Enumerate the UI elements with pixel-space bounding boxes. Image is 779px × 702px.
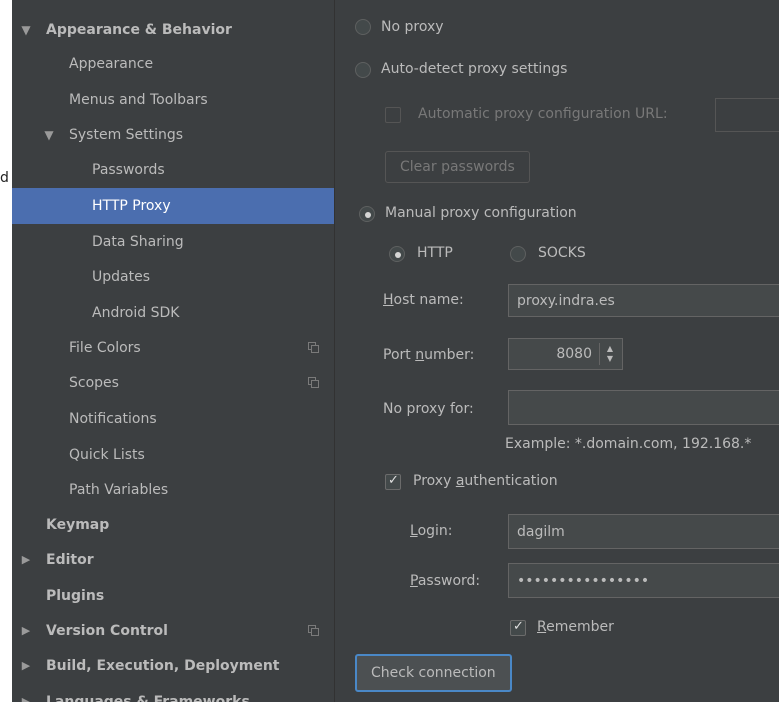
tree-item-label: Android SDK [92,305,180,321]
radio-selected-dot [395,252,401,258]
password-input[interactable] [508,563,779,598]
project-copy-icon [308,342,319,353]
tree-item-label: Updates [92,269,150,285]
expand-arrow-icon[interactable]: ▶ [20,648,32,684]
tree-item-editor[interactable]: ▶ Editor [12,542,334,578]
tree-item-label: Menus and Toolbars [69,92,208,108]
radio-selected-dot [365,212,371,218]
tree-item-label: Version Control [46,623,168,639]
no-proxy-example-text: Example: *.domain.com, 192.168.* [505,436,752,452]
auto-detect-radio[interactable] [355,62,371,78]
spinner-arrows-icon[interactable]: ▲ ▼ [604,344,616,364]
tree-item-passwords[interactable]: Passwords [12,152,334,188]
tree-item-http-proxy[interactable]: HTTP Proxy [12,188,334,224]
checkmark-icon: ✓ [513,619,524,634]
tree-item-appearance-behavior[interactable]: ▼ Appearance & Behavior [12,12,334,48]
tree-item-label: Scopes [69,375,119,391]
spinner-separator [599,343,600,365]
tree-item-updates[interactable]: Updates [12,259,334,295]
no-proxy-radio[interactable] [355,19,371,35]
no-proxy-for-input[interactable] [508,390,779,425]
port-number-spinner[interactable]: 8080 ▲ ▼ [508,338,623,370]
auto-config-url-label: Automatic proxy configuration URL: [418,106,668,122]
project-copy-icon [308,625,319,636]
host-name-label: Host name: [383,292,464,308]
tree-item-version-control[interactable]: ▶ Version Control [12,613,334,649]
no-proxy-label[interactable]: No proxy [381,19,444,35]
auto-config-url-input[interactable] [715,98,779,132]
port-number-label: Port number: [383,347,475,363]
tree-item-quick-lists[interactable]: Quick Lists [12,437,334,473]
tree-item-label: System Settings [69,127,184,143]
tree-item-label: HTTP Proxy [92,198,171,214]
tree-item-appearance[interactable]: Appearance [12,46,334,82]
tree-item-label: Passwords [92,162,165,178]
host-name-input[interactable] [508,284,779,317]
tree-item-keymap[interactable]: Keymap [12,507,334,543]
expand-arrow-icon[interactable]: ▶ [20,542,32,578]
tree-item-label: Editor [46,552,94,568]
tree-item-system-settings[interactable]: ▼ System Settings [12,117,334,153]
tree-item-notifications[interactable]: Notifications [12,401,334,437]
tree-item-scopes[interactable]: Scopes [12,365,334,401]
tree-item-label: Appearance & Behavior [46,22,232,38]
tree-item-languages-frameworks[interactable]: ▶ Languages & Frameworks [12,684,334,702]
check-connection-button[interactable]: Check connection [355,654,512,692]
expand-arrow-icon[interactable]: ▼ [43,117,55,153]
http-proxy-panel: No proxy Auto-detect proxy settings Auto… [335,0,779,702]
expand-arrow-icon[interactable]: ▶ [20,613,32,649]
http-label[interactable]: HTTP [417,245,453,261]
settings-tree[interactable]: ▼ Appearance & Behavior Appearance Menus… [12,0,334,702]
socks-label[interactable]: SOCKS [538,245,586,261]
tree-item-plugins[interactable]: Plugins [12,578,334,614]
password-label: Password: [410,573,481,589]
tree-item-file-colors[interactable]: File Colors [12,330,334,366]
tree-item-label: Appearance [69,56,154,72]
http-radio[interactable] [389,246,405,262]
left-edge-strip: d [0,0,12,702]
login-input[interactable] [508,514,779,549]
tree-item-label: Build, Execution, Deployment [46,658,280,674]
checkmark-icon: ✓ [388,473,399,488]
auto-detect-label[interactable]: Auto-detect proxy settings [381,61,567,77]
tree-item-build-execution-deployment[interactable]: ▶ Build, Execution, Deployment [12,648,334,684]
manual-proxy-label[interactable]: Manual proxy configuration [385,205,577,221]
remember-checkbox[interactable]: ✓ [510,619,526,636]
socks-radio[interactable] [510,246,526,262]
proxy-authentication-label[interactable]: Proxy authentication [413,473,558,489]
port-number-value[interactable]: 8080 [556,339,592,369]
manual-proxy-radio[interactable] [359,206,375,222]
tree-item-path-variables[interactable]: Path Variables [12,472,334,508]
project-copy-icon [308,377,319,388]
tree-item-label: Languages & Frameworks [46,694,250,702]
expand-arrow-icon[interactable]: ▶ [20,684,32,702]
tree-item-label: Notifications [69,411,157,427]
tree-item-label: Plugins [46,588,105,604]
truncated-text: d [0,170,9,186]
tree-item-label: Path Variables [69,482,169,498]
tree-item-android-sdk[interactable]: Android SDK [12,295,334,331]
tree-item-label: File Colors [69,340,141,356]
expand-arrow-icon[interactable]: ▼ [20,12,32,48]
tree-item-menus-toolbars[interactable]: Menus and Toolbars [12,82,334,118]
tree-item-data-sharing[interactable]: Data Sharing [12,224,334,260]
proxy-authentication-checkbox[interactable]: ✓ [385,473,401,490]
no-proxy-for-label: No proxy for: [383,401,474,417]
tree-item-label: Quick Lists [69,447,145,463]
login-label: Login: [410,523,453,539]
tree-item-label: Keymap [46,517,110,533]
auto-config-url-checkbox[interactable] [385,107,401,123]
remember-label[interactable]: Remember [537,619,614,635]
clear-passwords-button[interactable]: Clear passwords [385,151,530,183]
tree-item-label: Data Sharing [92,234,184,250]
